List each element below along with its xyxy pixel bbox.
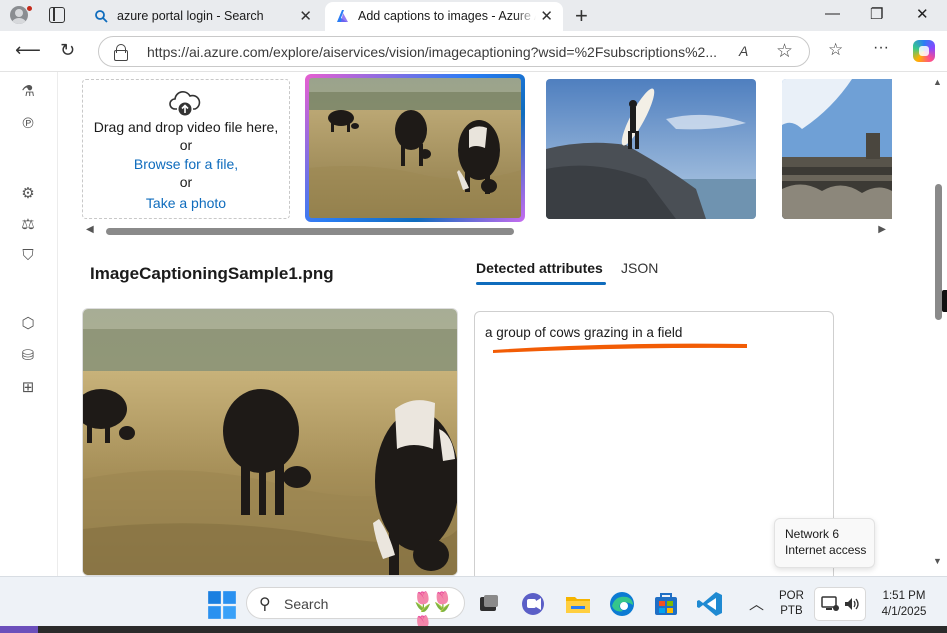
address-bar[interactable]: https://ai.azure.com/explore/aiservices/… [98,36,810,67]
image-filename: ImageCaptioningSample1.png [90,264,334,283]
tooltip-network-name: Network 6 [785,527,840,541]
back-arrow-icon[interactable]: ⟵ [15,40,41,61]
tab-close-icon[interactable]: ✕ [299,7,312,25]
minimize-icon[interactable]: — [825,5,840,22]
show-hidden-icons-chevron[interactable]: ︿ [749,593,764,614]
highlight-underline [493,343,747,353]
keyboard-layout: PTB [780,605,803,617]
taskbar-search[interactable]: ⚲ Search 🌷🌷🌷 [246,587,465,633]
dropzone-or: or [179,137,193,153]
generated-caption: a group of cows grazing in a field [485,325,683,340]
cows-thumbnail [309,78,521,218]
close-window-icon[interactable]: ✕ [916,5,929,23]
browse-file-link[interactable]: Browse for a file, [83,156,289,172]
carousel-scrollbar[interactable]: ◀ ▶ [86,224,886,238]
network-icon [821,596,839,611]
microsoft-store-icon[interactable] [651,589,681,619]
take-photo-link[interactable]: Take a photo [83,195,289,211]
tab-detected-attributes[interactable]: Detected attributes [476,260,606,285]
left-navigation: ⚗ ℗ ⚙ ⚖ ⛉ ⬡ ⛁ ⊞ [0,72,58,576]
favorites-list-icon[interactable]: ☆ [828,40,843,60]
task-view-icon[interactable] [474,589,504,619]
scroll-right-arrow-icon[interactable]: ▶ [878,224,886,235]
tooltip-network-status: Internet access [785,543,867,557]
azure-ai-icon [337,10,348,22]
clock-time: 1:51 PM [882,590,926,602]
refresh-icon[interactable]: ↻ [60,40,75,61]
tab-title: Add captions to images - Azure AI [358,9,536,23]
prompt-icon[interactable]: ℗ [18,114,38,134]
lock-icon[interactable] [114,44,128,61]
windows-start-icon[interactable] [207,590,237,620]
clock-date: 4/1/2025 [881,606,927,618]
architecture-thumbnail [782,79,892,219]
main-content: Drag and drop video file here, or Browse… [58,72,930,576]
scrollbar-thumb[interactable] [106,228,514,235]
quick-settings-tray[interactable] [814,587,866,621]
tab-json[interactable]: JSON [621,260,658,276]
restore-icon[interactable]: ❐ [870,5,883,23]
dropzone-instruction: Drag and drop video file here, [93,119,279,135]
profile-avatar-button[interactable] [8,4,33,28]
page-scrollbar[interactable]: ▲ ▼ [930,72,947,576]
sample-image-cows-selected[interactable] [305,74,525,222]
scroll-left-arrow-icon[interactable]: ◀ [86,224,94,235]
image-preview [82,308,458,576]
vscode-icon[interactable] [695,589,725,619]
upload-dropzone[interactable]: Drag and drop video file here, or Browse… [82,79,290,219]
apps-icon[interactable]: ⊞ [18,378,38,398]
page-scrollbar-thumb[interactable] [935,184,942,320]
cows-preview-image [83,309,457,575]
volume-icon [845,598,859,610]
notification-dot [26,5,33,12]
system-clock[interactable]: 1:51 PM 4/1/2025 [878,588,930,620]
input-language[interactable]: POR PTB [779,589,804,619]
scroll-down-arrow-icon[interactable]: ▼ [933,556,942,566]
edge-sidebar-handle[interactable] [942,290,947,312]
file-explorer-icon[interactable] [563,589,593,619]
search-placeholder: Search [284,596,329,612]
tab-azure-portal-login[interactable]: azure portal login - Search ✕ [84,2,322,31]
flask-icon[interactable]: ⚗ [18,82,38,102]
tab-add-captions[interactable]: Add captions to images - Azure AI ✕ [325,2,563,31]
tab-title: azure portal login - Search [117,9,264,23]
cube-icon[interactable]: ⬡ [18,314,38,334]
tab-close-icon[interactable]: ✕ [540,7,553,25]
search-icon: ⚲ [259,596,271,613]
more-menu-icon[interactable]: ··· [873,39,889,57]
language-code: POR [779,590,804,602]
scroll-up-arrow-icon[interactable]: ▲ [933,77,942,87]
bottom-edge-strip [0,626,947,633]
new-tab-button[interactable]: + [575,3,588,29]
sample-image-surfer[interactable] [546,79,756,219]
database-icon[interactable]: ⛁ [18,346,38,366]
windows-taskbar: ⚲ Search 🌷🌷🌷 ︿ POR PTB 1:51 PM 4/1/2025 [0,576,947,633]
network-tooltip: Network 6 Internet access [774,518,875,568]
bing-search-icon [95,10,108,23]
tab-actions-icon[interactable] [49,7,65,23]
tools-icon[interactable]: ⚙ [18,184,38,204]
favorite-star-icon[interactable]: ☆ [776,40,793,63]
surfer-thumbnail [546,79,756,219]
browser-tab-strip: azure portal login - Search ✕ Add captio… [0,0,947,31]
browser-toolbar: ⟵ ↻ https://ai.azure.com/explore/aiservi… [0,31,947,72]
edge-browser-icon[interactable] [607,589,637,619]
read-aloud-icon[interactable]: A [739,43,748,59]
cloud-upload-icon [169,91,201,116]
sample-image-architecture[interactable] [782,79,892,219]
copilot-icon[interactable] [913,40,935,62]
shield-icon[interactable]: ⛉ [18,246,38,266]
url-text[interactable]: https://ai.azure.com/explore/aiservices/… [147,44,722,60]
teams-chat-icon[interactable] [518,589,548,619]
scales-icon[interactable]: ⚖ [18,215,38,235]
dropzone-or: or [179,174,193,190]
